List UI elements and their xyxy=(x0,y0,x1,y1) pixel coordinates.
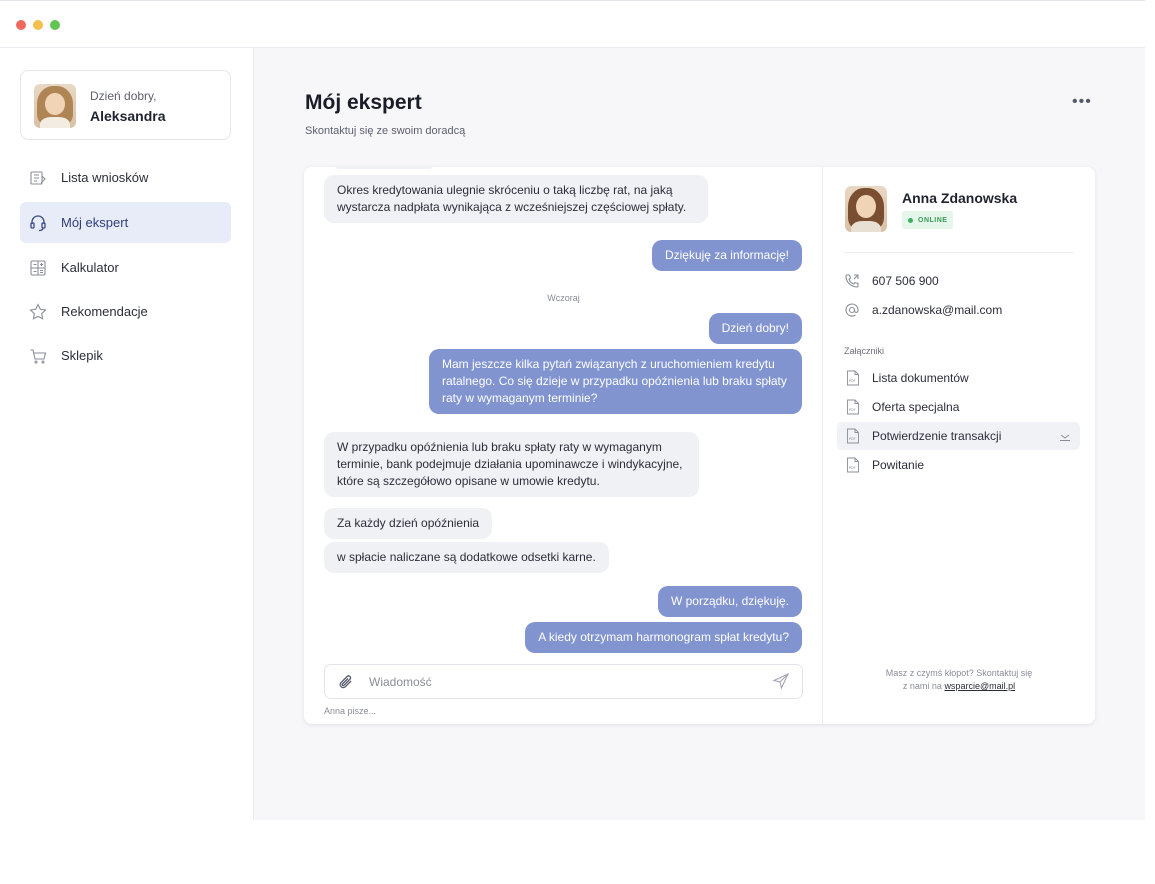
support-text-prefix: z nami na xyxy=(902,681,942,691)
pdf-file-icon: PDF xyxy=(847,399,859,415)
message-user: Dziękuję za informację! xyxy=(651,240,802,271)
sidebar-item-label: Sklepik xyxy=(61,348,103,363)
user-greeting-card[interactable]: Dzień dobry, Aleksandra xyxy=(20,70,231,140)
message-expert: Okres kredytowania ulegnie skróceniu o t… xyxy=(324,175,708,223)
expert-phone[interactable]: 607 506 900 xyxy=(844,272,939,290)
message-expert: w spłacie naliczane są dodatkowe odsetki… xyxy=(324,542,609,573)
at-sign-icon xyxy=(844,302,860,318)
pdf-file-icon: PDF xyxy=(847,428,859,444)
more-options-button[interactable]: ••• xyxy=(1072,93,1100,113)
user-name: Aleksandra xyxy=(90,108,166,124)
title-bar xyxy=(0,1,1145,48)
sidebar-item-moj-ekspert[interactable]: Mój ekspert xyxy=(20,202,231,243)
attachment-item[interactable]: PDF Oferta specjalna xyxy=(837,393,1080,421)
divider xyxy=(844,252,1074,253)
message-bubble-partial xyxy=(334,167,434,169)
send-icon[interactable] xyxy=(772,672,790,690)
app-window: Dzień dobry, Aleksandra Lista wniosków M… xyxy=(0,0,1145,820)
message-expert: W przypadku opóźnienia lub braku spłaty … xyxy=(324,432,699,497)
support-text: Masz z czymś kłopot? Skontaktuj się xyxy=(885,668,1033,678)
expert-avatar xyxy=(845,186,887,232)
message-user: Dzień dobry! xyxy=(708,313,802,344)
svg-text:PDF: PDF xyxy=(849,408,856,412)
sidebar-item-label: Lista wniosków xyxy=(61,170,149,185)
calculator-icon xyxy=(29,259,47,277)
page-subtitle: Skontaktuj się ze swoim doradcą xyxy=(305,125,466,137)
expert-name: Anna Zdanowska xyxy=(902,190,1018,206)
phone-number: 607 506 900 xyxy=(872,274,939,288)
sidebar-item-lista-wnioskow[interactable]: Lista wniosków xyxy=(20,157,231,198)
message-user: W porządku, dziękuję. xyxy=(657,586,802,617)
sidebar-item-label: Kalkulator xyxy=(61,260,119,275)
sidebar: Dzień dobry, Aleksandra Lista wniosków M… xyxy=(0,48,254,820)
day-separator: Wczoraj xyxy=(547,293,580,303)
attachment-label: Lista dokumentów xyxy=(872,371,969,385)
status-label: ONLINE xyxy=(918,216,948,224)
documents-icon xyxy=(29,169,47,187)
close-window-button[interactable] xyxy=(16,20,26,30)
support-text-line-2: z nami na wsparcie@mail.pl xyxy=(823,680,1095,693)
user-avatar xyxy=(34,84,76,128)
attachment-label: Oferta specjalna xyxy=(872,400,960,414)
message-input[interactable] xyxy=(369,672,749,692)
download-icon[interactable] xyxy=(1058,429,1072,443)
sidebar-item-label: Rekomendacje xyxy=(61,304,148,319)
greeting-text: Dzień dobry, xyxy=(90,89,157,103)
paperclip-icon[interactable] xyxy=(337,673,355,691)
page-title: Mój ekspert xyxy=(305,91,422,114)
typing-indicator: Anna pisze... xyxy=(324,706,377,716)
expert-chat-card: Okres kredytowania ulegnie skróceniu o t… xyxy=(304,167,1095,724)
expert-profile-panel: Anna Zdanowska ONLINE 607 506 900 a.zdan… xyxy=(823,167,1095,724)
chat-panel: Okres kredytowania ulegnie skróceniu o t… xyxy=(304,167,823,724)
message-composer xyxy=(324,664,803,699)
svg-text:PDF: PDF xyxy=(849,466,856,470)
headset-icon xyxy=(29,214,47,232)
minimize-window-button[interactable] xyxy=(33,20,43,30)
support-email-link[interactable]: wsparcie@mail.pl xyxy=(944,681,1015,691)
sidebar-item-label: Mój ekspert xyxy=(61,215,129,230)
phone-icon xyxy=(844,273,860,289)
sidebar-item-sklepik[interactable]: Sklepik xyxy=(20,335,231,376)
attachment-label: Powitanie xyxy=(872,458,925,472)
star-icon xyxy=(29,302,47,321)
message-expert: Za każdy dzień opóźnienia xyxy=(324,508,493,539)
email-address: a.zdanowska@mail.com xyxy=(872,303,1003,317)
message-user: A kiedy otrzymam harmonogram spłat kredy… xyxy=(525,622,802,653)
expert-email[interactable]: a.zdanowska@mail.com xyxy=(844,301,1002,319)
maximize-window-button[interactable] xyxy=(50,20,60,30)
pdf-file-icon: PDF xyxy=(847,457,859,473)
attachment-label: Potwierdzenie transakcji xyxy=(872,429,1002,443)
online-dot-icon xyxy=(908,217,913,223)
attachment-item[interactable]: PDF Powitanie xyxy=(837,451,1080,479)
sidebar-item-rekomendacje[interactable]: Rekomendacje xyxy=(20,291,231,332)
pdf-file-icon: PDF xyxy=(847,370,859,386)
support-note: Masz z czymś kłopot? Skontaktuj się z na… xyxy=(823,667,1095,693)
sidebar-item-kalkulator[interactable]: Kalkulator xyxy=(20,247,231,288)
cart-icon xyxy=(29,347,47,365)
attachment-item[interactable]: PDF Lista dokumentów xyxy=(837,364,1080,392)
status-badge: ONLINE xyxy=(902,211,954,229)
message-user: Mam jeszcze kilka pytań związanych z uru… xyxy=(429,349,802,414)
svg-text:PDF: PDF xyxy=(849,379,856,383)
attachments-heading: Załączniki xyxy=(844,346,885,356)
svg-text:PDF: PDF xyxy=(849,437,856,441)
attachment-item[interactable]: PDF Potwierdzenie transakcji xyxy=(837,422,1080,450)
